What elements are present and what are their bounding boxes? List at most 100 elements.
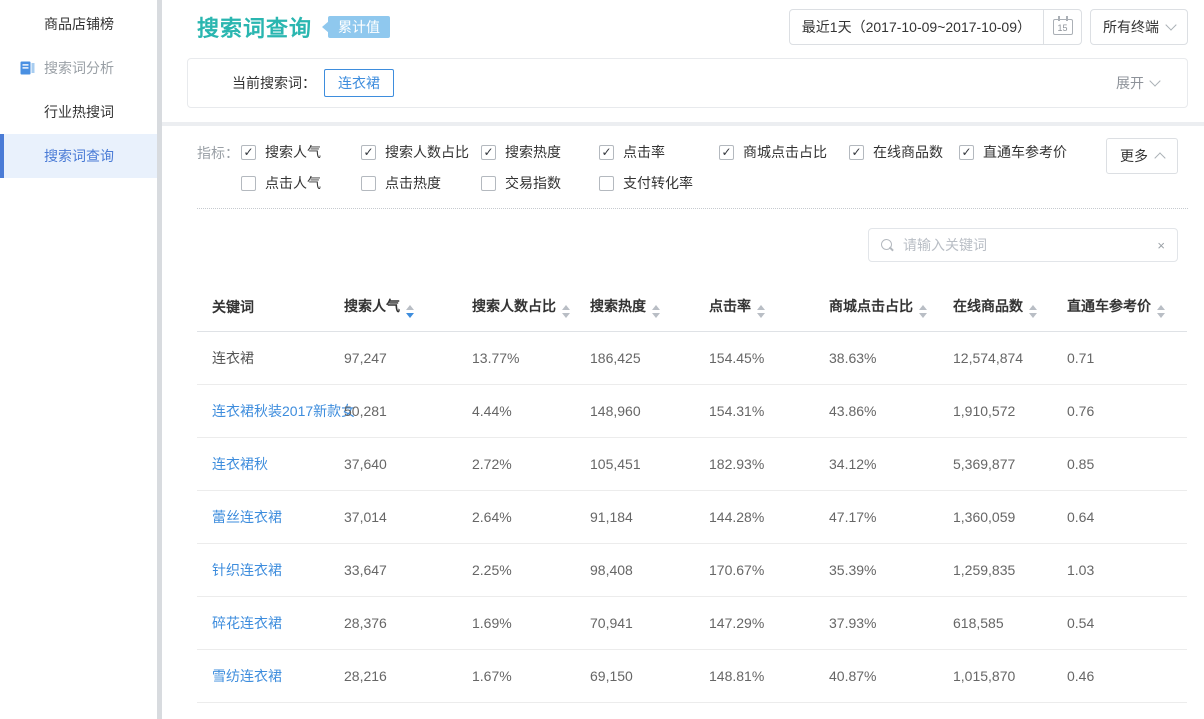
- expand-toggle[interactable]: 展开: [1116, 73, 1159, 93]
- metric-checkbox-click-heat[interactable]: 点击热度: [361, 173, 481, 193]
- column-header-online-products[interactable]: 在线商品数: [938, 283, 1052, 332]
- metric-checkbox-searcher-share[interactable]: 搜索人数占比: [361, 142, 481, 162]
- table-cell: 28,376: [329, 597, 457, 650]
- table-cell: 97,247: [329, 332, 457, 385]
- table-cell: 182.93%: [694, 438, 814, 491]
- column-header-searcher-share[interactable]: 搜索人数占比: [457, 283, 575, 332]
- metric-checkbox-search-popularity[interactable]: 搜索人气: [241, 142, 361, 162]
- table-header-row: 关键词 搜索人气 搜索人数占比 搜索热度 点击率 商城点击占比 在线商品数 直通…: [197, 283, 1187, 332]
- metric-checkbox-online-products[interactable]: 在线商品数: [849, 142, 959, 162]
- sidebar-item-product-shop-ranking[interactable]: 商品店铺榜: [0, 2, 157, 46]
- keyword-link[interactable]: 连衣裙秋: [212, 456, 268, 472]
- column-label: 在线商品数: [953, 298, 1023, 314]
- checkbox-checked-icon[interactable]: [959, 145, 974, 160]
- sort-icon[interactable]: [406, 305, 414, 318]
- date-range-label: 最近1天（2017-10-09~2017-10-09）: [790, 10, 1043, 44]
- keyword-cell: 连衣裙秋: [197, 438, 329, 491]
- checkbox-checked-icon[interactable]: [241, 145, 256, 160]
- table-cell: 0.71: [1052, 332, 1187, 385]
- column-header-ztc-reference-price[interactable]: 直通车参考价: [1052, 283, 1187, 332]
- calendar-button[interactable]: 15: [1043, 10, 1081, 44]
- column-label: 搜索人气: [344, 298, 400, 314]
- dotted-divider: [197, 208, 1188, 209]
- table-cell: 148.81%: [694, 650, 814, 703]
- terminal-filter-dropdown[interactable]: 所有终端: [1090, 9, 1188, 45]
- keyword-cell: 雪纺连衣裙: [197, 650, 329, 703]
- checkbox-checked-icon[interactable]: [481, 145, 496, 160]
- terminal-filter-label: 所有终端: [1103, 17, 1159, 37]
- keyword-link[interactable]: 针织连衣裙: [212, 562, 282, 578]
- checkbox-checked-icon[interactable]: [719, 145, 734, 160]
- metric-label: 点击率: [623, 142, 665, 162]
- metric-checkbox-payment-conversion[interactable]: 支付转化率: [599, 173, 719, 193]
- sidebar-item-search-word-query[interactable]: 搜索词查询: [0, 134, 157, 178]
- checkbox-unchecked-icon[interactable]: [361, 176, 376, 191]
- column-label: 直通车参考价: [1067, 298, 1151, 314]
- sort-icon[interactable]: [562, 305, 570, 318]
- chevron-down-icon: [1149, 75, 1160, 86]
- keyword-link[interactable]: 碎花连衣裙: [212, 615, 282, 631]
- column-header-click-rate[interactable]: 点击率: [694, 283, 814, 332]
- current-keyword-tag[interactable]: 连衣裙: [324, 69, 394, 97]
- main-content: 搜索词查询 累计值 最近1天（2017-10-09~2017-10-09） 15…: [162, 0, 1204, 719]
- table-cell: 13.77%: [457, 332, 575, 385]
- metric-label: 交易指数: [505, 173, 561, 193]
- sort-icon[interactable]: [919, 305, 927, 318]
- metric-label: 直通车参考价: [983, 142, 1067, 162]
- sort-icon[interactable]: [652, 305, 660, 318]
- keyword-link[interactable]: 连衣裙秋装2017新款女: [212, 403, 355, 419]
- chevron-down-icon: [1165, 19, 1176, 30]
- sidebar: 商品店铺榜 搜索词分析 行业热搜词 搜索词查询: [0, 0, 157, 719]
- checkbox-checked-icon[interactable]: [599, 145, 614, 160]
- metric-checkbox-click-popularity[interactable]: 点击人气: [241, 173, 361, 193]
- checkbox-checked-icon[interactable]: [361, 145, 376, 160]
- column-header-mall-click-share[interactable]: 商城点击占比: [814, 283, 938, 332]
- table-cell: 47.17%: [814, 491, 938, 544]
- table-row: 连衣裙秋 37,640 2.72% 105,451 182.93% 34.12%…: [197, 438, 1187, 491]
- sidebar-item-label: 搜索词分析: [44, 58, 114, 78]
- checkbox-checked-icon[interactable]: [849, 145, 864, 160]
- sidebar-item-search-term-analysis[interactable]: 搜索词分析: [0, 46, 157, 90]
- metric-label: 支付转化率: [623, 173, 693, 193]
- current-search-label: 当前搜索词：: [232, 73, 316, 93]
- sort-icon[interactable]: [757, 305, 765, 318]
- date-range-picker[interactable]: 最近1天（2017-10-09~2017-10-09） 15: [789, 9, 1082, 45]
- table-cell: 1.69%: [457, 597, 575, 650]
- checkbox-unchecked-icon[interactable]: [481, 176, 496, 191]
- column-label: 点击率: [709, 298, 751, 314]
- sidebar-item-industry-hot-words[interactable]: 行业热搜词: [0, 90, 157, 134]
- table-cell: 0.76: [1052, 385, 1187, 438]
- more-metrics-button[interactable]: 更多: [1106, 138, 1178, 174]
- table-cell: 0.85: [1052, 438, 1187, 491]
- metric-checkbox-ztc-reference-price[interactable]: 直通车参考价: [959, 142, 1109, 162]
- table-cell: 69,150: [575, 650, 694, 703]
- metric-checkbox-search-heat[interactable]: 搜索热度: [481, 142, 599, 162]
- checkbox-unchecked-icon[interactable]: [241, 176, 256, 191]
- metric-checkbox-click-rate[interactable]: 点击率: [599, 142, 719, 162]
- table-cell: 98,408: [575, 544, 694, 597]
- keyword-search-input[interactable]: [903, 237, 1149, 253]
- column-header-search-heat[interactable]: 搜索热度: [575, 283, 694, 332]
- metric-checkbox-mall-click-share[interactable]: 商城点击占比: [719, 142, 849, 162]
- table-cell: 1,910,572: [938, 385, 1052, 438]
- table-cell: 147.29%: [694, 597, 814, 650]
- column-header-search-popularity[interactable]: 搜索人气: [329, 283, 457, 332]
- table-cell: 1,259,835: [938, 544, 1052, 597]
- keyword-search-box[interactable]: ×: [868, 228, 1178, 262]
- checkbox-unchecked-icon[interactable]: [599, 176, 614, 191]
- column-label: 搜索热度: [590, 298, 646, 314]
- table-row: 雪纺连衣裙 28,216 1.67% 69,150 148.81% 40.87%…: [197, 650, 1187, 703]
- page-header-section: 搜索词查询 累计值 最近1天（2017-10-09~2017-10-09） 15…: [162, 0, 1204, 122]
- table-row: 碎花连衣裙 28,376 1.69% 70,941 147.29% 37.93%…: [197, 597, 1187, 650]
- calendar-icon: 15: [1053, 19, 1073, 35]
- keyword-link[interactable]: 蕾丝连衣裙: [212, 509, 282, 525]
- keyword-link[interactable]: 雪纺连衣裙: [212, 668, 282, 684]
- clear-input-icon[interactable]: ×: [1157, 238, 1165, 253]
- table-cell: 170.67%: [694, 544, 814, 597]
- sort-icon[interactable]: [1029, 305, 1037, 318]
- metric-checkbox-transaction-index[interactable]: 交易指数: [481, 173, 599, 193]
- table-cell: 37,640: [329, 438, 457, 491]
- app-window: 商品店铺榜 搜索词分析 行业热搜词 搜索词查询 搜索词查询 累计值 最近1天（2…: [0, 0, 1204, 719]
- page-title: 搜索词查询: [197, 11, 312, 43]
- sort-icon[interactable]: [1157, 305, 1165, 318]
